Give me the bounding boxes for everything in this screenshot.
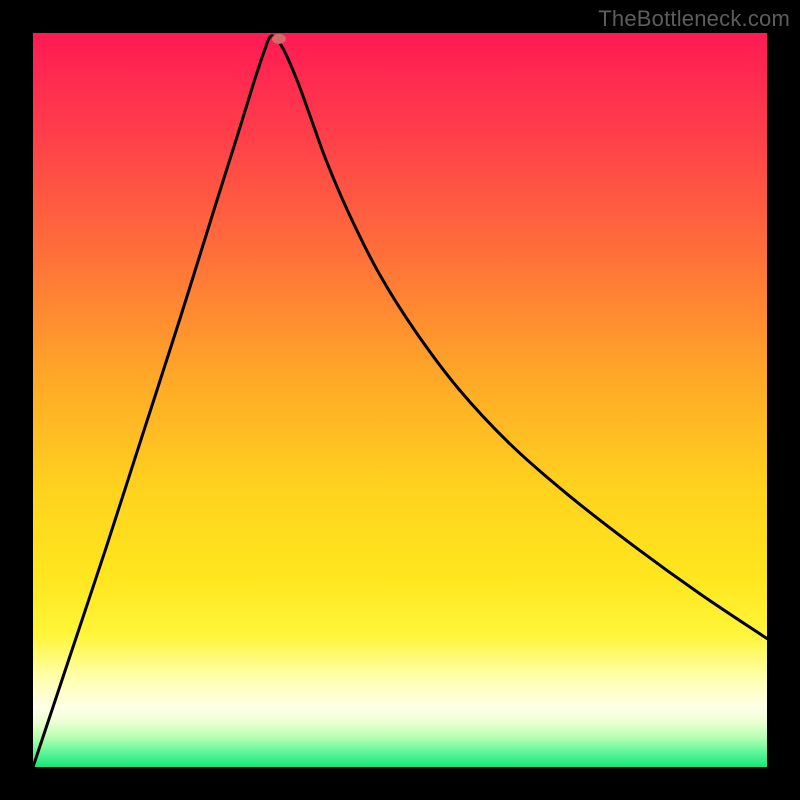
chart-frame: TheBottleneck.com [0, 0, 800, 800]
plot-area [33, 33, 767, 767]
bottleneck-curve [33, 33, 767, 767]
watermark-text: TheBottleneck.com [598, 6, 790, 32]
optimum-marker [272, 34, 286, 44]
